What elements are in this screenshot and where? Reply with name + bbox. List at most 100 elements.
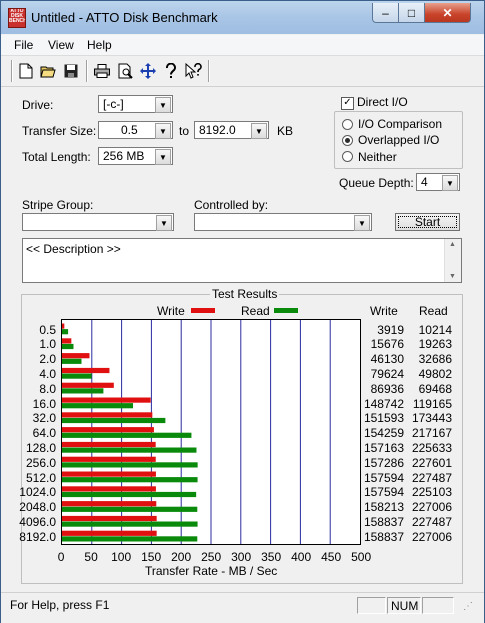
- write-value: 158837: [363, 529, 404, 544]
- legend-write-swatch: [191, 308, 215, 313]
- x-tick-label: 400: [291, 550, 312, 564]
- transfer-size-label: 16.0: [32, 396, 56, 411]
- open-icon: [40, 66, 56, 78]
- stripe-group-label: Stripe Group:: [22, 198, 94, 212]
- description-field[interactable]: << Description >> ▲ ▼: [22, 238, 462, 283]
- x-tick-label: 0: [57, 550, 65, 564]
- menu-view[interactable]: View: [48, 38, 74, 52]
- read-value: 227487: [411, 470, 452, 485]
- write-bar-256.0: [62, 456, 156, 462]
- test-results-title: Test Results: [210, 287, 280, 301]
- transfer-size-label: 8192.0: [19, 529, 56, 544]
- read-bar-16.0: [62, 403, 134, 409]
- chevron-down-icon[interactable]: ▼: [155, 97, 171, 113]
- total-length-label: Total Length:: [22, 150, 91, 164]
- close-button[interactable]: ✕: [424, 3, 471, 23]
- move-button[interactable]: [138, 61, 158, 81]
- menu-bar: File View Help: [1, 35, 484, 56]
- toolbar-grip: [11, 60, 13, 82]
- write-bar-128.0: [62, 441, 156, 448]
- move-icon: [140, 63, 156, 79]
- chevron-down-icon[interactable]: ▼: [156, 215, 172, 231]
- window-title: Untitled - ATTO Disk Benchmark: [31, 10, 218, 25]
- read-column-header: Read: [419, 304, 448, 318]
- print-button[interactable]: [92, 61, 112, 81]
- toolbar-end: [208, 60, 210, 82]
- controlled-by-select[interactable]: ▼: [194, 213, 372, 231]
- transfer-size-label: 32.0: [32, 411, 56, 426]
- x-tick-label: 200: [171, 550, 192, 564]
- total-length-select[interactable]: 256 MB ▼: [98, 147, 173, 165]
- start-button[interactable]: Start: [395, 213, 460, 231]
- print-preview-button[interactable]: [115, 61, 135, 81]
- maximize-button[interactable]: □: [398, 3, 425, 23]
- help-icon: [166, 63, 176, 78]
- menu-help[interactable]: Help: [87, 38, 112, 52]
- write-value: 157594: [363, 485, 404, 500]
- queue-depth-select[interactable]: 4 ▼: [416, 173, 460, 191]
- read-bar-64.0: [62, 432, 192, 438]
- direct-io-checkbox[interactable]: ✓: [341, 97, 354, 110]
- legend-write-label: Write: [157, 304, 185, 318]
- x-tick-label: 300: [231, 550, 252, 564]
- write-value: 79624: [370, 366, 404, 381]
- neither-label: Neither: [358, 150, 397, 164]
- read-bar-2048.0: [62, 506, 198, 512]
- menu-file[interactable]: File: [14, 38, 33, 52]
- read-value: 49802: [418, 366, 452, 381]
- minimize-button[interactable]: –: [372, 3, 399, 23]
- scroll-up-icon[interactable]: ▲: [449, 241, 456, 248]
- maximize-icon: □: [407, 5, 416, 20]
- write-bar-64.0: [62, 427, 154, 433]
- scroll-down-icon[interactable]: ▼: [449, 273, 456, 280]
- chevron-down-icon[interactable]: ▼: [155, 149, 171, 165]
- status-bar: For Help, press F1 NUM ⋰: [1, 592, 484, 623]
- open-button[interactable]: [38, 61, 58, 81]
- read-value: 227601: [411, 455, 452, 470]
- write-bar-0.5: [62, 323, 65, 329]
- read-bar-4.0: [62, 373, 92, 379]
- read-bar-32.0: [62, 417, 166, 424]
- save-button[interactable]: [61, 61, 81, 81]
- overlapped-io-radio[interactable]: [342, 135, 353, 146]
- help-button[interactable]: [161, 61, 181, 81]
- chevron-down-icon[interactable]: ▼: [155, 123, 171, 139]
- x-tick-label: 100: [111, 550, 132, 564]
- transfer-size-from-select[interactable]: 0.5 ▼: [98, 121, 173, 139]
- write-bar-8192.0: [62, 530, 157, 536]
- read-value: 173443: [411, 411, 452, 426]
- resize-grip-icon[interactable]: ⋰: [463, 601, 473, 612]
- status-help-text: For Help, press F1: [10, 598, 110, 612]
- transfer-size-label: Transfer Size:: [22, 124, 97, 138]
- write-value: 157163: [363, 440, 404, 455]
- description-scrollbar[interactable]: ▲ ▼: [444, 239, 461, 282]
- drive-select[interactable]: [-c-] ▼: [98, 95, 173, 113]
- transfer-size-label: 256.0: [25, 455, 56, 470]
- transfer-size-from-value: 0.5: [121, 123, 138, 137]
- new-icon: [19, 63, 33, 79]
- app-window: ATTO DISK BENCH Untitled - ATTO Disk Ben…: [0, 0, 485, 623]
- write-value: 3919: [377, 322, 404, 337]
- chevron-down-icon[interactable]: ▼: [354, 215, 370, 231]
- stripe-group-select[interactable]: ▼: [22, 213, 174, 231]
- write-bar-2048.0: [62, 501, 157, 507]
- write-value: 86936: [370, 381, 404, 396]
- chevron-down-icon[interactable]: ▼: [442, 175, 458, 191]
- transfer-size-to-select[interactable]: 8192.0 ▼: [194, 121, 269, 139]
- x-tick-label: 500: [351, 550, 372, 564]
- title-bar[interactable]: ATTO DISK BENCH Untitled - ATTO Disk Ben…: [1, 1, 484, 34]
- neither-radio[interactable]: [342, 151, 353, 162]
- write-value: 158837: [363, 514, 404, 529]
- write-column-header: Write: [370, 304, 398, 318]
- read-value: 10214: [418, 322, 452, 337]
- chart-plot-area: [61, 319, 361, 545]
- read-bar-0.5: [62, 329, 69, 335]
- write-value: 154259: [363, 426, 404, 441]
- new-button[interactable]: [16, 61, 36, 81]
- write-bar-2.0: [62, 353, 90, 359]
- io-comparison-radio[interactable]: [342, 119, 353, 130]
- chevron-down-icon[interactable]: ▼: [251, 123, 267, 139]
- x-axis-label: Transfer Rate - MB / Sec: [145, 564, 278, 578]
- read-bar-128.0: [62, 447, 197, 453]
- context-help-button[interactable]: [184, 61, 204, 81]
